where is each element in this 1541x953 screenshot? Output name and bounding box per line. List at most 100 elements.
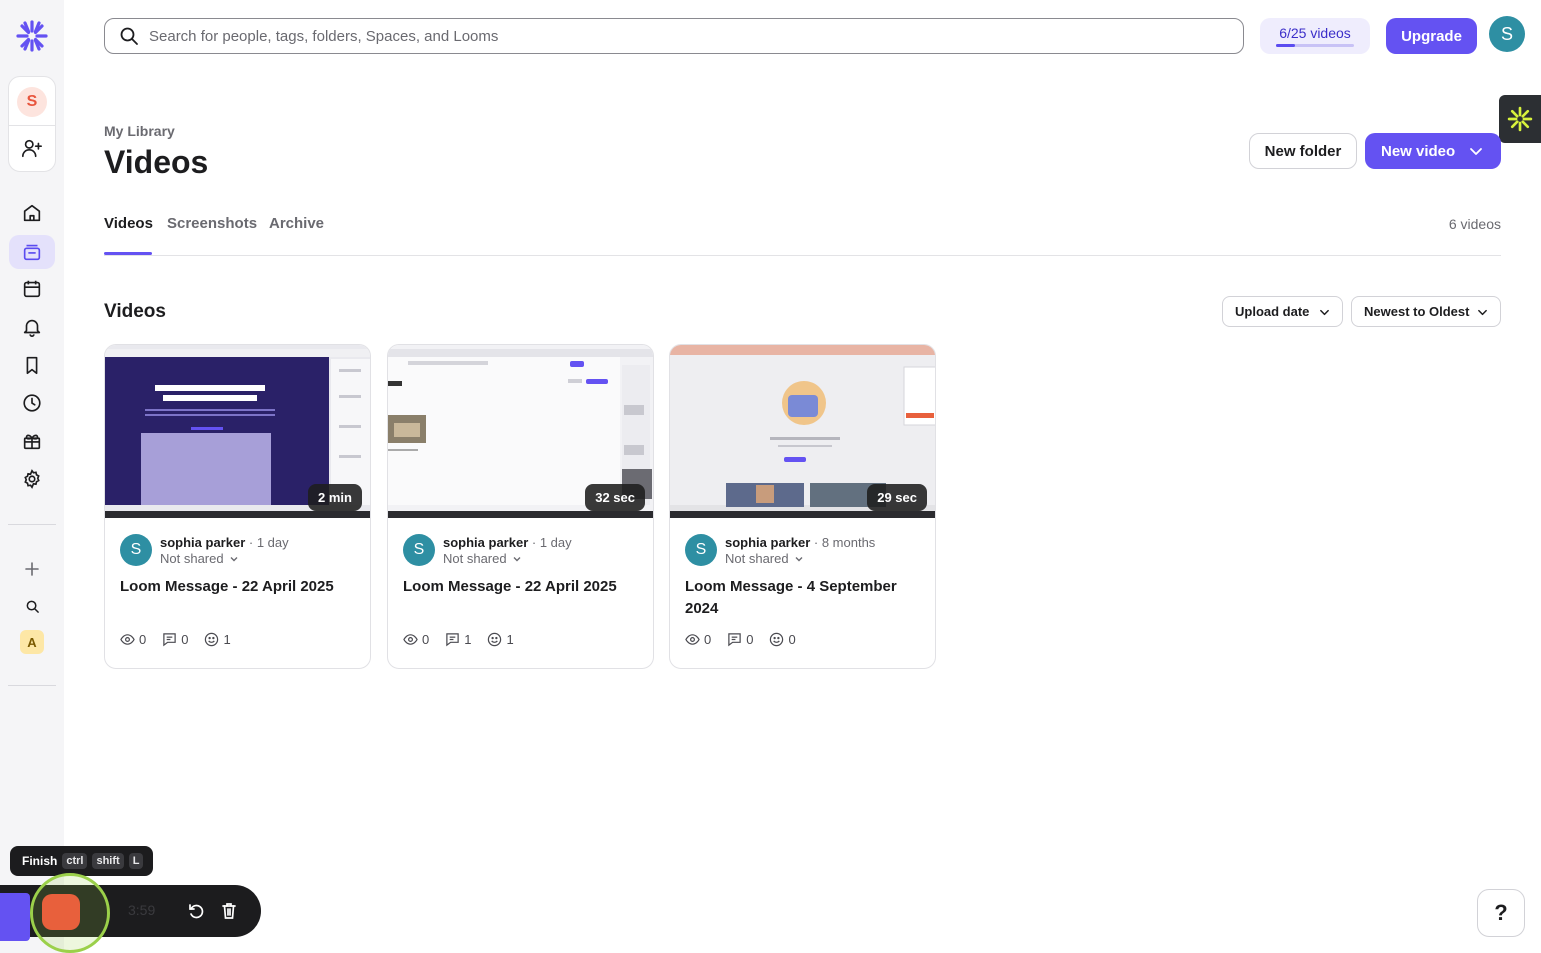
restart-icon[interactable] [186, 901, 206, 921]
sidebar-item-bookmarks[interactable] [9, 348, 55, 382]
comment-count: 1 [445, 632, 471, 647]
extension-button[interactable] [1499, 95, 1541, 143]
shortcut-key: shift [92, 853, 124, 869]
chevron-down-icon [795, 556, 803, 561]
section-title: Videos [104, 301, 166, 322]
comment-count-value: 1 [464, 632, 472, 647]
eye-icon [685, 634, 700, 645]
search-icon [120, 27, 138, 45]
search-spaces-button[interactable] [20, 594, 44, 618]
new-video-button[interactable]: New video [1365, 133, 1501, 169]
clock-icon [23, 394, 41, 412]
smile-icon [205, 632, 219, 647]
sidebar-item-gifts[interactable] [9, 424, 55, 458]
video-stats: 0 0 0 [685, 632, 812, 647]
sort-field-label: Upload date [1235, 304, 1310, 319]
tab-divider [104, 255, 1501, 256]
comment-count: 0 [162, 632, 188, 647]
owner-name[interactable]: sophia parker [725, 535, 810, 550]
video-card[interactable]: 29 sec S sophia parker · 8 months Not sh… [669, 344, 936, 669]
owner-name[interactable]: sophia parker [443, 535, 528, 550]
sort-order-label: Newest to Oldest [1364, 304, 1470, 319]
sharing-status: Not shared [443, 551, 507, 566]
add-space-button[interactable] [20, 557, 44, 581]
comment-icon [163, 633, 176, 647]
finish-tooltip: Finish ctrl shift L [10, 846, 154, 876]
sharing-dropdown[interactable]: Not shared [725, 551, 804, 566]
upgrade-button[interactable]: Upgrade [1386, 18, 1477, 54]
sidebar-item-notifications[interactable] [9, 310, 55, 344]
page-title: Videos [104, 144, 209, 180]
view-count: 0 [685, 632, 711, 647]
user-avatar[interactable]: S [1489, 16, 1525, 52]
owner-name[interactable]: sophia parker [160, 535, 245, 550]
loom-logo-icon[interactable] [14, 18, 50, 54]
breadcrumb[interactable]: My Library [104, 123, 175, 139]
new-video-label: New video [1381, 142, 1456, 160]
video-title[interactable]: Loom Message - 4 September 2024 [685, 576, 920, 620]
workspace-avatar[interactable]: S [17, 87, 47, 117]
search-input[interactable] [149, 27, 1229, 45]
sidebar-item-history[interactable] [9, 386, 55, 420]
video-card[interactable]: 32 sec S sophia parker · 1 day Not share… [387, 344, 654, 669]
search-icon [26, 600, 39, 613]
video-title[interactable]: Loom Message - 22 April 2025 [403, 576, 638, 598]
shortcut-key: ctrl [62, 853, 88, 869]
view-count-value: 0 [139, 632, 147, 647]
video-card[interactable]: 2 min S sophia parker · 1 day Not shared… [104, 344, 371, 669]
search-bar[interactable] [104, 18, 1244, 54]
tab-screenshots[interactable]: Screenshots [167, 215, 257, 232]
sidebar-item-home[interactable] [9, 196, 55, 230]
avatar[interactable]: S [403, 534, 435, 566]
reaction-count-value: 1 [506, 632, 514, 647]
view-count: 0 [120, 632, 146, 647]
stop-recording-button[interactable] [42, 894, 80, 930]
tab-archive[interactable]: Archive [269, 215, 324, 232]
eye-icon [403, 634, 418, 645]
eye-icon [120, 634, 135, 645]
chevron-down-icon [1470, 148, 1482, 155]
owner-line: sophia parker · 8 months [725, 535, 875, 550]
sidebar-item-settings[interactable] [9, 462, 55, 496]
view-count-value: 0 [704, 632, 712, 647]
smile-icon [770, 632, 784, 647]
video-count: 6 videos [1448, 216, 1501, 232]
new-folder-button[interactable]: New folder [1249, 133, 1357, 169]
bookmark-icon [26, 356, 38, 375]
smile-icon [488, 632, 502, 647]
sharing-dropdown[interactable]: Not shared [160, 551, 239, 566]
duration-badge: 29 sec [867, 484, 927, 511]
video-age: · 1 day [531, 535, 572, 550]
library-icon [23, 244, 41, 261]
sharing-dropdown[interactable]: Not shared [443, 551, 522, 566]
videos-quota-bar [1276, 44, 1354, 47]
plus-icon [25, 562, 39, 576]
sort-field-dropdown[interactable]: Upload date [1222, 296, 1343, 327]
avatar[interactable]: S [685, 534, 717, 566]
sidebar-item-library[interactable] [9, 235, 55, 269]
videos-quota[interactable]: 6/25 videos [1260, 18, 1370, 54]
space-badge[interactable]: A [20, 630, 44, 654]
avatar[interactable]: S [120, 534, 152, 566]
add-user-icon[interactable] [21, 137, 43, 159]
video-age: · 1 day [248, 535, 289, 550]
trash-icon[interactable] [219, 901, 239, 921]
chevron-down-icon [230, 556, 238, 561]
calendar-icon [23, 280, 41, 298]
help-button[interactable]: ? [1477, 889, 1525, 937]
sharing-status: Not shared [725, 551, 789, 566]
loom-extension-icon [1507, 106, 1533, 132]
video-title[interactable]: Loom Message - 22 April 2025 [120, 576, 355, 598]
comment-count-value: 0 [746, 632, 754, 647]
reaction-count-value: 0 [788, 632, 796, 647]
video-stats: 0 0 1 [120, 632, 247, 647]
sort-order-dropdown[interactable]: Newest to Oldest [1351, 296, 1501, 327]
comment-count: 0 [727, 632, 753, 647]
reaction-count: 1 [487, 632, 514, 647]
view-count-value: 0 [422, 632, 430, 647]
video-stats: 0 1 1 [403, 632, 530, 647]
tab-videos[interactable]: Videos [104, 215, 153, 232]
sidebar-item-meetings[interactable] [9, 272, 55, 306]
recorder-handle[interactable] [0, 893, 30, 941]
owner-line: sophia parker · 1 day [443, 535, 572, 550]
